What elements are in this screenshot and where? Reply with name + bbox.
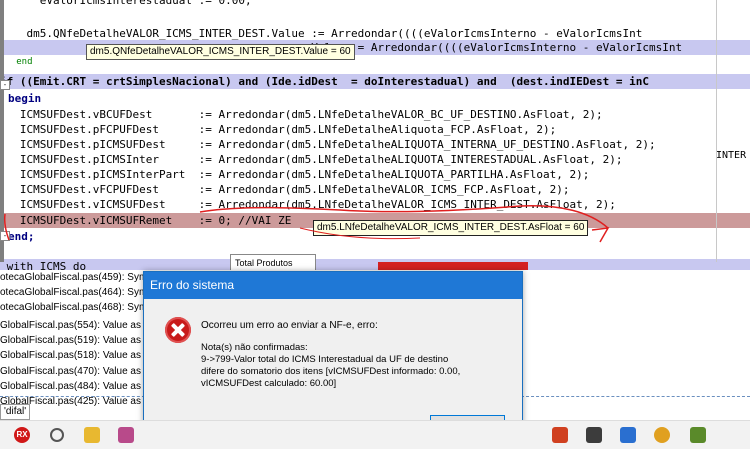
search-icon[interactable] [50,428,64,442]
dialog-message-detail-2: difere do somatorio dos itens [vICMSUFDe… [201,366,461,377]
db-icon[interactable] [620,427,636,443]
taskbar: RX [0,420,750,449]
log-line[interactable]: GlobalFiscal.pas(519): Value as [0,334,141,347]
tool-icon[interactable] [118,427,134,443]
log-line[interactable]: otecaGlobalFiscal.pas(464): Sym [0,286,147,299]
design-guide-line [0,396,150,397]
dialog-message-notes: Nota(s) não confirmadas: [201,342,308,353]
dialog-message-detail-3: vICMSUFDest calculado: 60.00] [201,378,337,389]
app-icon-2[interactable] [586,427,602,443]
app-icon[interactable] [552,427,568,443]
log-line[interactable]: GlobalFiscal.pas(554): Value as [0,319,141,332]
chrome-icon[interactable] [654,427,670,443]
log-line[interactable]: otecaGlobalFiscal.pas(468): Sym [0,301,147,314]
tab-difal[interactable]: 'difal' [0,404,31,420]
tab-difal-label: difal [5,406,25,417]
dialog-message-main: Ocorreu um erro ao enviar a NF-e, erro: [201,320,378,331]
app-icon-3[interactable] [690,427,706,443]
dialog-titlebar[interactable]: Erro do sistema [144,272,522,299]
log-line[interactable]: GlobalFiscal.pas(518): Value as [0,349,141,362]
rx-icon[interactable]: RX [14,427,30,443]
error-icon [165,317,191,343]
design-guide-line [521,396,750,397]
log-line[interactable]: GlobalFiscal.pas(470): Value as [0,365,141,378]
error-dialog: Erro do sistema Ocorreu um erro ao envia… [143,271,523,445]
log-line[interactable]: GlobalFiscal.pas(484): Value as [0,380,141,393]
log-line[interactable]: otecaGlobalFiscal.pas(459): Sym [0,271,147,284]
folder-icon[interactable] [84,427,100,443]
dialog-title: Erro do sistema [150,278,235,292]
dialog-message-detail-1: 9->799-Valor total do ICMS Interestadual… [201,354,449,365]
